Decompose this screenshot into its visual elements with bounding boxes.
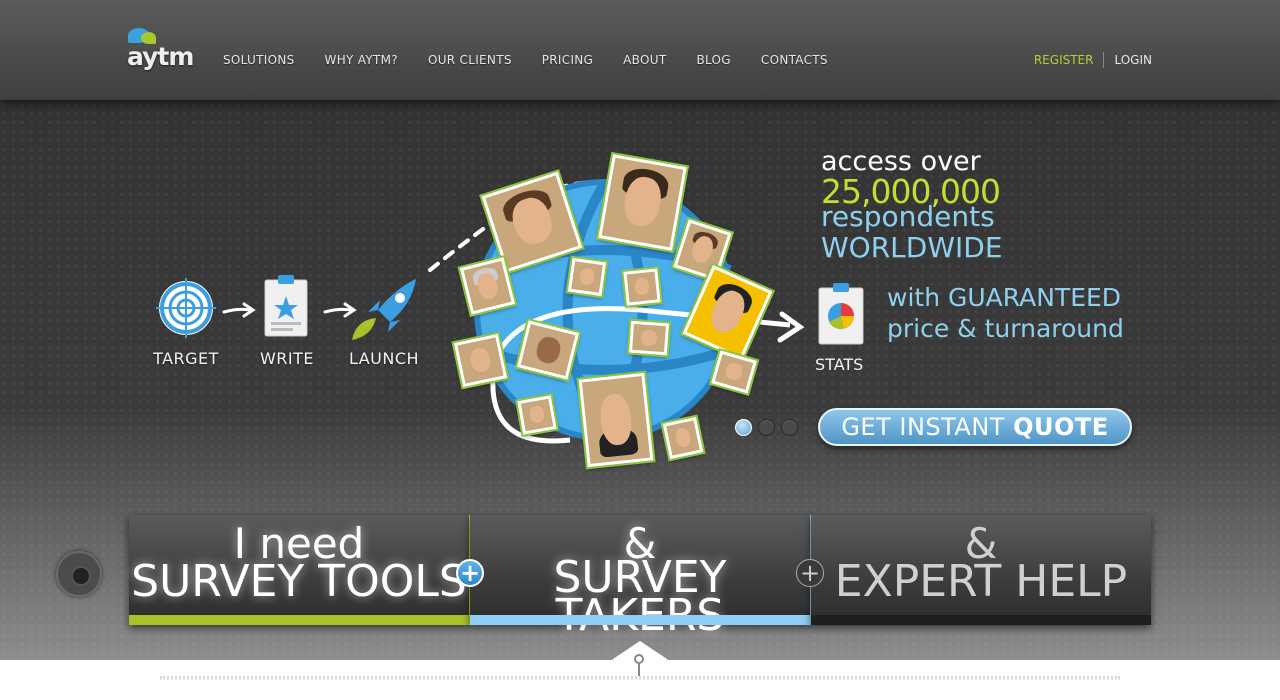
guarantee-text-line2: price & turnaround xyxy=(887,314,1124,343)
dotted-divider xyxy=(160,676,1120,680)
respondent-photo xyxy=(576,370,656,470)
arrow-right-icon xyxy=(222,302,256,318)
auth-links: REGISTER LOGIN xyxy=(1034,52,1152,68)
respondent-photo xyxy=(595,151,690,254)
guarantee-text-line1: with GUARANTEED xyxy=(887,283,1122,312)
feature-accent-bar xyxy=(811,615,1151,625)
survey-form-icon xyxy=(264,275,308,337)
feature-accent-bar xyxy=(470,615,810,625)
main-nav: SOLUTIONS WHY AYTM? OUR CLIENTS PRICING … xyxy=(223,53,858,67)
respondent-photo xyxy=(514,392,560,438)
nav-blog[interactable]: BLOG xyxy=(696,53,730,67)
feature-title: SURVEY TOOLS xyxy=(131,556,467,607)
plus-icon[interactable]: + xyxy=(796,559,824,587)
quote-button-label-bold: QUOTE xyxy=(1013,413,1109,441)
nav-contacts[interactable]: CONTACTS xyxy=(761,53,828,67)
step-target-label: TARGET xyxy=(153,349,219,368)
stats-label: STATS xyxy=(815,355,864,374)
promo-worldwide: WORLDWIDE xyxy=(821,231,1003,264)
respondent-photo xyxy=(451,331,510,390)
respondent-photo xyxy=(660,414,706,462)
target-icon xyxy=(156,278,216,338)
respondent-photo xyxy=(621,266,663,308)
quote-button-label: GET INSTANT xyxy=(841,413,1005,441)
get-instant-quote-button[interactable]: GET INSTANT QUOTE xyxy=(818,408,1132,446)
slider-pagination xyxy=(735,419,804,436)
slider-dot-1[interactable] xyxy=(735,419,752,436)
logo-text: aytm xyxy=(127,42,194,71)
site-header: aytm SOLUTIONS WHY AYTM? OUR CLIENTS PRI… xyxy=(0,0,1280,100)
respondent-photo xyxy=(565,255,609,299)
nav-our-clients[interactable]: OUR CLIENTS xyxy=(428,53,512,67)
login-link[interactable]: LOGIN xyxy=(1114,53,1152,67)
slider-dot-2[interactable] xyxy=(758,419,775,436)
stats-pie-chart-icon xyxy=(818,283,864,345)
step-launch-label: LAUNCH xyxy=(348,349,420,368)
slider-dot-3[interactable] xyxy=(781,419,798,436)
rocket-icon xyxy=(352,279,416,340)
respondent-photo xyxy=(626,318,672,358)
carousel-wheel-icon[interactable] xyxy=(56,551,102,597)
feature-survey-tools[interactable]: I need SURVEY TOOLS xyxy=(129,515,470,625)
register-link[interactable]: REGISTER xyxy=(1034,53,1094,67)
plus-icon[interactable]: + xyxy=(456,559,484,587)
feature-title: EXPERT HELP xyxy=(834,556,1128,607)
aytm-logo[interactable]: aytm xyxy=(127,26,197,76)
pin-icon xyxy=(634,654,644,664)
feature-accent-bar xyxy=(129,615,469,625)
feature-expert-help[interactable]: & EXPERT HELP xyxy=(811,515,1151,625)
auth-divider xyxy=(1103,52,1105,68)
feature-survey-takers[interactable]: & SURVEY TAKERS xyxy=(470,515,811,638)
nav-about[interactable]: ABOUT xyxy=(623,53,666,67)
nav-why-aytm[interactable]: WHY AYTM? xyxy=(325,53,398,67)
pin-stem xyxy=(638,664,640,676)
content-area-top xyxy=(0,660,1280,700)
nav-solutions[interactable]: SOLUTIONS xyxy=(223,53,295,67)
promo-respondents: respondents xyxy=(821,200,995,233)
nav-pricing[interactable]: PRICING xyxy=(542,53,593,67)
step-write-label: WRITE xyxy=(259,349,315,368)
